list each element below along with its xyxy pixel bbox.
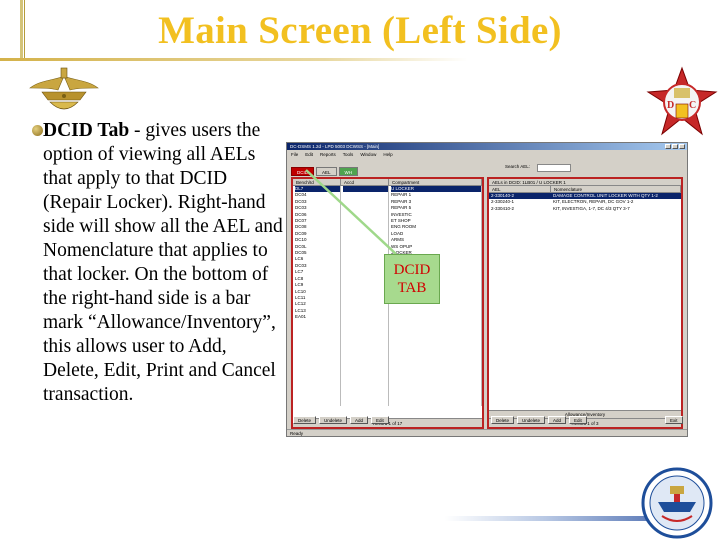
tab-strip: DCID AEL WH — [291, 167, 359, 176]
column-header[interactable]: Nomenclature — [551, 186, 681, 192]
navy-seal-icon — [641, 467, 713, 539]
dcid-column: DL7 DC04 DC03 DC03 DC06 DC07 DC08 DC09 D… — [293, 186, 341, 406]
exit-button[interactable]: Exit — [665, 416, 683, 424]
left-button-row: Delete Undelete Add Edit — [293, 416, 389, 424]
ael-list-body: 2-330140-2 DAMAGE CONTROL UNIT LOCKER WI… — [489, 193, 681, 212]
menu-tools[interactable]: Tools — [343, 151, 354, 158]
left-edit-button[interactable]: Edit — [371, 416, 389, 424]
accd-column — [341, 186, 389, 406]
minimize-icon[interactable] — [665, 144, 671, 149]
dcid-list-header: Bench/Id Accd Compartment — [293, 179, 482, 186]
search-input[interactable] — [537, 164, 571, 172]
left-delete-button[interactable]: Delete — [293, 416, 317, 424]
list-item-blank[interactable] — [343, 186, 388, 193]
slide-title: Main Screen (Left Side) — [158, 9, 562, 52]
surface-warfare-insignia-icon — [29, 67, 99, 110]
close-icon[interactable] — [679, 144, 685, 149]
exit-button-row: Exit — [665, 416, 683, 424]
description-text: - gives users the option of viewing all … — [43, 120, 283, 405]
column-header[interactable]: AEL — [489, 186, 551, 192]
list-item[interactable]: EA01 — [295, 314, 340, 320]
description-paragraph: DCID Tab - gives users the option of vie… — [32, 119, 283, 407]
svg-text:D: D — [667, 100, 674, 111]
callout-line2: TAB — [397, 280, 427, 296]
menu-window[interactable]: Window — [360, 151, 376, 158]
menu-reports[interactable]: Reports — [320, 151, 336, 158]
menu-edit[interactable]: Edit — [305, 151, 313, 158]
menu-bar: File Edit Reports Tools Window Help — [287, 151, 687, 158]
ael-list-header: AEL Nomenclature — [489, 186, 681, 193]
right-undelete-button[interactable]: Undelete — [517, 416, 546, 424]
ael-panel-title: AELs in DCID: 1LB01 / U LOCKER 1 — [489, 179, 681, 186]
app-titlebar: DC-DSMS 1.2d - LPD 5003 DCWSS - [Main] — [287, 143, 687, 150]
right-edit-button[interactable]: Edit — [569, 416, 587, 424]
tab-wh[interactable]: WH — [338, 167, 359, 176]
app-window-screenshot: DC-DSMS 1.2d - LPD 5003 DCWSS - [Main] F… — [286, 142, 688, 437]
right-add-button[interactable]: Add — [548, 416, 567, 424]
right-button-row: Delete Undelete Add Edit — [491, 416, 587, 424]
column-header[interactable]: Compartment — [389, 179, 482, 185]
menu-file[interactable]: File — [291, 151, 298, 158]
right-delete-button[interactable]: Delete — [491, 416, 515, 424]
column-header[interactable]: Accd — [341, 179, 389, 185]
ael-list-panel: AELs in DCID: 1LB01 / U LOCKER 1 AEL Nom… — [487, 177, 683, 429]
tab-ael[interactable]: AEL — [316, 167, 337, 176]
left-add-button[interactable]: Add — [350, 416, 369, 424]
column-header[interactable]: Bench/Id — [293, 179, 341, 185]
damage-control-logo-icon: D C — [646, 66, 718, 136]
left-undelete-button[interactable]: Undelete — [319, 416, 348, 424]
header-divider — [0, 58, 720, 61]
maximize-icon[interactable] — [672, 144, 678, 149]
bullet-icon — [32, 125, 43, 136]
menu-help[interactable]: Help — [383, 151, 392, 158]
table-cell: KIT, INVESTIGA, 1-7, DC 4/3 QTY 3-7 — [553, 205, 630, 211]
svg-text:C: C — [689, 100, 696, 111]
tab-dcid[interactable]: DCID — [291, 167, 314, 176]
search-label: Search AEL: — [505, 164, 531, 169]
dcid-tab-callout: DCID TAB — [384, 254, 440, 304]
table-cell: 2-330410-2 — [491, 205, 515, 211]
description-lead: DCID Tab — [43, 120, 130, 141]
status-bar: Ready — [287, 429, 687, 436]
app-title: DC-DSMS 1.2d - LPD 5003 DCWSS - [Main] — [290, 144, 380, 149]
table-row[interactable]: 2-330410-2 KIT, INVESTIGA, 1-7, DC 4/3 Q… — [489, 206, 681, 212]
callout-line1: DCID — [393, 262, 431, 278]
